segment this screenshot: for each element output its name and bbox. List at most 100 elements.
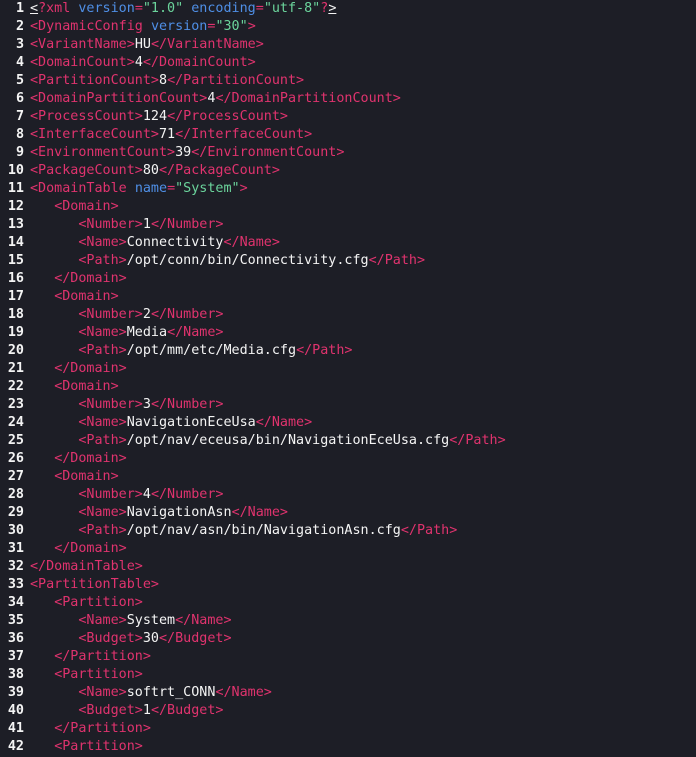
line-number: 20 [7, 343, 24, 358]
token-text: HU [134, 37, 151, 52]
line-content: <Name>Media</Name> [30, 324, 223, 342]
code-editor[interactable]: 1 <?xml version="1.0" encoding="utf-8"?> 2… [0, 0, 696, 757]
token-text: /opt/nav/eceusa/bin/NavigationEceUsa.cfg [126, 433, 450, 448]
line-number: 28 [7, 487, 24, 502]
line-number: 18 [7, 307, 24, 322]
token-tag: <Number> [78, 307, 143, 322]
token-tag: <Budget> [78, 631, 143, 646]
token-text: 3 [142, 397, 151, 412]
code-line[interactable]: 42 <Partition> [0, 738, 696, 756]
code-line[interactable]: 21 </Domain> [0, 360, 696, 378]
code-line[interactable]: 26 </Domain> [0, 450, 696, 468]
code-line[interactable]: 31 </Domain> [0, 540, 696, 558]
code-line[interactable]: 28 <Number>4</Number> [0, 486, 696, 504]
code-line[interactable]: 38 <Partition> [0, 666, 696, 684]
token-text: 4 [134, 55, 143, 70]
code-line[interactable]: 19 <Name>Media</Name> [0, 324, 696, 342]
code-line[interactable]: 4 <DomainCount>4</DomainCount> [0, 54, 696, 72]
code-line[interactable]: 27 <Domain> [0, 468, 696, 486]
code-line[interactable]: 17 <Domain> [0, 288, 696, 306]
code-line[interactable]: 32 </DomainTable> [0, 558, 696, 576]
code-line[interactable]: 1 <?xml version="1.0" encoding="utf-8"?> [0, 0, 696, 18]
token-tag: </Path> [368, 253, 426, 268]
code-line[interactable]: 35 <Name>System</Name> [0, 612, 696, 630]
code-line[interactable]: 30 <Path>/opt/nav/asn/bin/NavigationAsn.… [0, 522, 696, 540]
line-number: 14 [7, 235, 24, 250]
code-line[interactable]: 39 <Name>softrt_CONN</Name> [0, 684, 696, 702]
line-number: 31 [7, 541, 24, 556]
line-content: </Domain> [30, 270, 127, 288]
code-line[interactable]: 41 </Partition> [0, 720, 696, 738]
code-line[interactable]: 16 </Domain> [0, 270, 696, 288]
code-line[interactable]: 5 <PartitionCount>8</PartitionCount> [0, 72, 696, 90]
code-line[interactable]: 13 <Number>1</Number> [0, 216, 696, 234]
line-number: 2 [15, 19, 24, 34]
code-line[interactable]: 33 <PartitionTable> [0, 576, 696, 594]
token-tag: <PackageCount> [30, 163, 143, 178]
code-line[interactable]: 3 <VariantName>HU</VariantName> [0, 36, 696, 54]
code-line[interactable]: 15 <Path>/opt/conn/bin/Connectivity.cfg<… [0, 252, 696, 270]
code-line[interactable]: 18 <Number>2</Number> [0, 306, 696, 324]
code-line[interactable]: 24 <Name>NavigationEceUsa</Name> [0, 414, 696, 432]
code-line[interactable]: 2 <DynamicConfig version="30"> [0, 18, 696, 36]
line-content: <PackageCount>80</PackageCount> [30, 162, 280, 180]
token-text: 124 [142, 109, 168, 124]
code-line[interactable]: 29 <Name>NavigationAsn</Name> [0, 504, 696, 522]
code-line[interactable]: 7 <ProcessCount>124</ProcessCount> [0, 108, 696, 126]
line-content: <Number>4</Number> [30, 486, 223, 504]
code-line[interactable]: 34 <Partition> [0, 594, 696, 612]
code-line[interactable]: 9 <EnvironmentCount>39</EnvironmentCount> [0, 144, 696, 162]
token-tag: <Name> [78, 685, 127, 700]
token-tag: <Partition> [54, 667, 143, 682]
line-number: 27 [7, 469, 24, 484]
line-content: <Number>2</Number> [30, 306, 223, 324]
token-tag: <Number> [78, 217, 143, 232]
token-tag: <Budget> [78, 703, 143, 718]
token-tag: </EnvironmentCount> [191, 145, 345, 160]
line-content: <DomainPartitionCount>4</DomainPartition… [30, 90, 401, 108]
token-tag: <Name> [78, 415, 127, 430]
token-tag: <Domain> [54, 199, 119, 214]
line-number: 10 [7, 163, 24, 178]
line-number: 35 [7, 613, 24, 628]
code-line[interactable]: 36 <Budget>30</Budget> [0, 630, 696, 648]
token-tag: <PartitionTable> [30, 577, 159, 592]
token-tag: </ProcessCount> [167, 109, 288, 124]
code-line[interactable]: 23 <Number>3</Number> [0, 396, 696, 414]
token-tag: <DomainTable [30, 181, 135, 196]
code-line[interactable]: 40 <Budget>1</Budget> [0, 702, 696, 720]
code-line[interactable]: 6 <DomainPartitionCount>4</DomainPartitio… [0, 90, 696, 108]
code-line[interactable]: 20 <Path>/opt/mm/etc/Media.cfg</Path> [0, 342, 696, 360]
token-punct: = [255, 1, 264, 16]
line-content: <Partition> [30, 738, 143, 756]
code-line[interactable]: 12 <Domain> [0, 198, 696, 216]
code-line[interactable]: 14 <Name>Connectivity</Name> [0, 234, 696, 252]
line-number: 29 [7, 505, 24, 520]
code-line[interactable]: 22 <Domain> [0, 378, 696, 396]
token-attr: version [78, 1, 135, 16]
code-line[interactable]: 25 <Path>/opt/nav/eceusa/bin/NavigationE… [0, 432, 696, 450]
line-number: 32 [7, 559, 24, 574]
token-tag: > [247, 19, 256, 34]
line-content: <PartitionTable> [30, 576, 159, 594]
line-number: 6 [15, 91, 24, 106]
token-tag: </Name> [215, 685, 272, 700]
code-line[interactable]: 37 </Partition> [0, 648, 696, 666]
code-line[interactable]: 10 <PackageCount>80</PackageCount> [0, 162, 696, 180]
line-content: <DynamicConfig version="30"> [30, 18, 256, 36]
code-line[interactable]: 11 <DomainTable name="System"> [0, 180, 696, 198]
token-tag: </Path> [400, 523, 458, 538]
code-line[interactable]: 8 <InterfaceCount>71</InterfaceCount> [0, 126, 696, 144]
token-tag: <ProcessCount> [30, 109, 143, 124]
